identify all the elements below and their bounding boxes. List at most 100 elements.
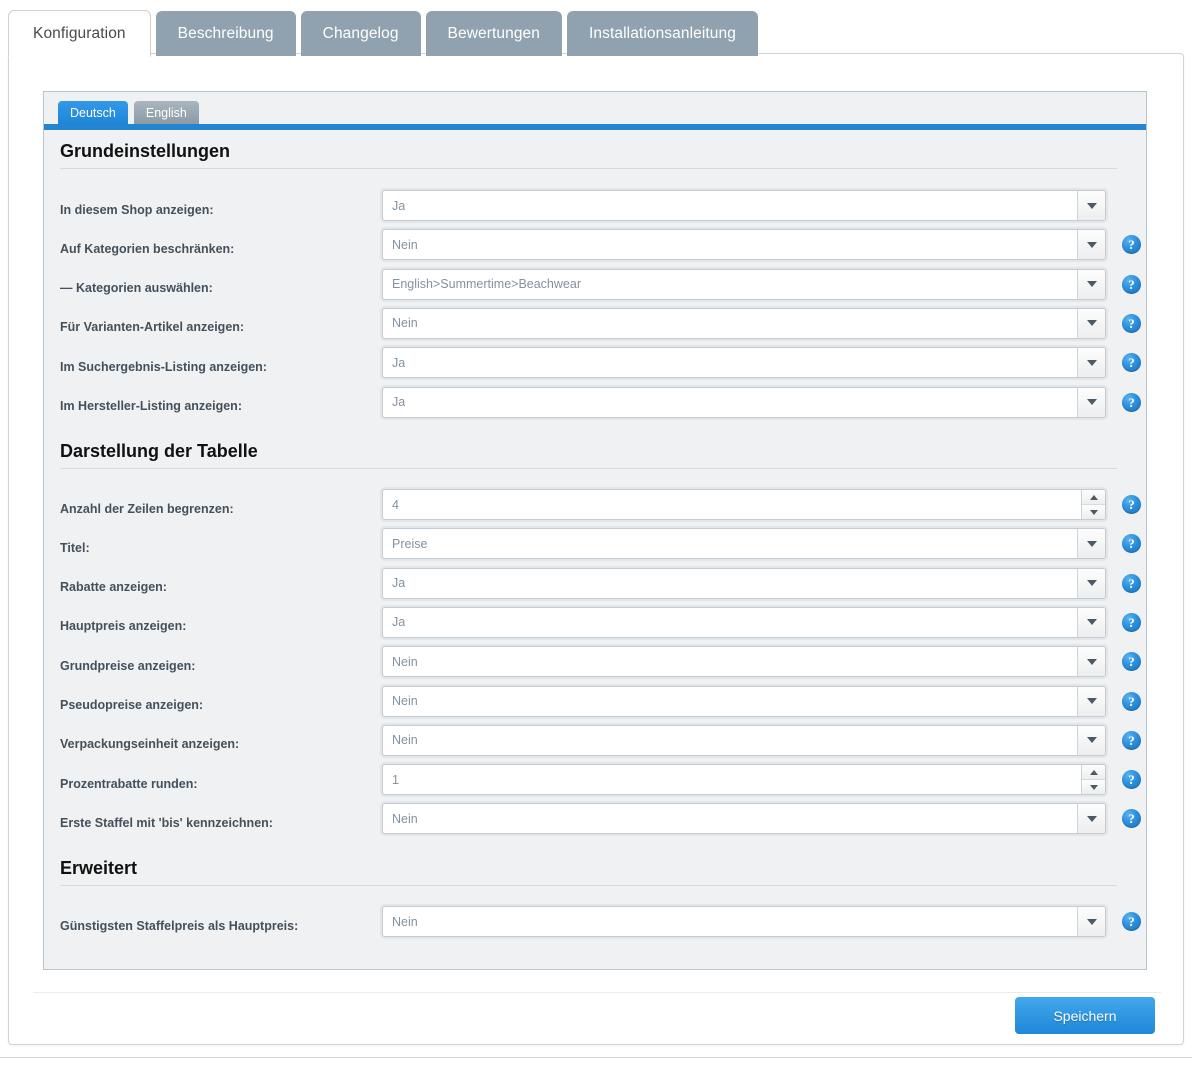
select-dropdown[interactable]: Ja bbox=[382, 347, 1106, 379]
main-tab-3[interactable]: Changelog bbox=[300, 11, 421, 56]
help-icon[interactable]: ? bbox=[1122, 392, 1141, 412]
chevron-down-icon bbox=[1086, 359, 1097, 366]
help-icon[interactable]: ? bbox=[1122, 573, 1141, 593]
help-icon[interactable]: ? bbox=[1122, 730, 1141, 750]
select-toggle-button[interactable] bbox=[1077, 725, 1105, 755]
form-row: Rabatte anzeigen: Ja? bbox=[44, 567, 1146, 607]
field-label: Titel: bbox=[60, 540, 90, 555]
field-label: Prozentrabatte runden: bbox=[60, 776, 198, 791]
chevron-down-icon bbox=[1086, 698, 1097, 704]
section-divider-1 bbox=[60, 168, 1117, 169]
field-label: Pseudopreise anzeigen: bbox=[60, 698, 204, 712]
main-tab-5[interactable]: Installationsanleitung bbox=[567, 11, 758, 56]
select-dropdown[interactable]: Ja bbox=[382, 386, 1106, 418]
language-tab-bar: Deutsch English bbox=[44, 92, 1146, 132]
select-toggle-button[interactable] bbox=[1077, 568, 1105, 598]
help-icon[interactable]: ? bbox=[1122, 313, 1141, 333]
select-dropdown[interactable]: English>Summertime>Beachwear bbox=[382, 268, 1106, 300]
form-row: Im Suchergebnis-Listing anzeigen: Ja? bbox=[44, 347, 1146, 386]
help-icon[interactable]: ? bbox=[1122, 912, 1141, 931]
chevron-down-icon bbox=[1086, 580, 1097, 587]
select-dropdown[interactable]: Nein bbox=[382, 906, 1106, 937]
select-dropdown[interactable]: Preise bbox=[382, 528, 1106, 560]
form-row: Anzahl der Zeilen begrenzen: 4? bbox=[44, 489, 1146, 528]
chevron-down-icon bbox=[1086, 202, 1097, 209]
help-icon[interactable]: ? bbox=[1122, 770, 1141, 790]
field-label: Für Varianten-Artikel anzeigen: bbox=[60, 320, 245, 335]
form-row: Auf Kategorien beschränken: Nein? bbox=[44, 229, 1146, 268]
select-toggle-button[interactable] bbox=[1077, 529, 1105, 559]
form-row: In diesem Shop anzeigen: Ja bbox=[44, 190, 1146, 229]
help-icon[interactable]: ? bbox=[1122, 495, 1141, 514]
select-toggle-button[interactable] bbox=[1077, 907, 1105, 936]
select-dropdown[interactable]: Ja bbox=[382, 190, 1106, 221]
field-label: Auf Kategorien beschränken: bbox=[60, 241, 235, 256]
select-toggle-button[interactable] bbox=[1077, 191, 1105, 220]
field-value: Nein bbox=[392, 694, 418, 708]
main-tab-4[interactable]: Bewertungen bbox=[425, 11, 562, 56]
number-input[interactable]: 1 bbox=[382, 764, 1106, 796]
spinner-controls bbox=[1081, 765, 1105, 795]
chevron-down-icon bbox=[1086, 619, 1097, 626]
spinner-increment-button[interactable] bbox=[1082, 765, 1105, 781]
field-label: In diesem Shop anzeigen: bbox=[60, 202, 214, 217]
main-tab-1[interactable]: Konfiguration bbox=[8, 10, 151, 57]
spinner-increment-button[interactable] bbox=[1082, 490, 1105, 505]
form-row: Pseudopreise anzeigen: Nein? bbox=[44, 685, 1146, 725]
field-value: Nein bbox=[392, 811, 418, 826]
field-value: Ja bbox=[392, 395, 406, 409]
chevron-down-icon bbox=[1086, 540, 1097, 547]
field-value: Ja bbox=[392, 355, 406, 370]
select-dropdown[interactable]: Nein bbox=[382, 646, 1106, 678]
help-icon[interactable]: ? bbox=[1122, 809, 1141, 829]
form-row: Verpackungseinheit anzeigen: Nein? bbox=[44, 724, 1146, 764]
select-dropdown[interactable]: Nein bbox=[382, 685, 1106, 717]
select-toggle-button[interactable] bbox=[1077, 686, 1105, 716]
help-icon[interactable]: ? bbox=[1122, 274, 1141, 294]
main-tab-2[interactable]: Beschreibung bbox=[155, 11, 296, 56]
chevron-down-icon bbox=[1089, 509, 1098, 515]
select-dropdown[interactable]: Nein bbox=[382, 307, 1106, 339]
select-toggle-button[interactable] bbox=[1077, 387, 1105, 417]
select-dropdown[interactable]: Ja bbox=[382, 567, 1106, 599]
chevron-up-icon bbox=[1089, 494, 1098, 500]
number-input[interactable]: 4 bbox=[382, 489, 1106, 520]
select-toggle-button[interactable] bbox=[1077, 308, 1105, 338]
help-icon[interactable]: ? bbox=[1122, 691, 1141, 711]
spinner-decrement-button[interactable] bbox=[1082, 505, 1105, 519]
field-value: Ja bbox=[392, 615, 406, 630]
form-row: Günstigsten Staffelpreis als Hauptpreis:… bbox=[44, 906, 1146, 945]
select-toggle-button[interactable] bbox=[1077, 647, 1105, 677]
field-label: Anzahl der Zeilen begrenzen: bbox=[60, 501, 234, 516]
select-toggle-button[interactable] bbox=[1077, 269, 1105, 299]
field-label: Rabatte anzeigen: bbox=[60, 580, 167, 595]
select-dropdown[interactable]: Nein bbox=[382, 724, 1106, 756]
chevron-down-icon bbox=[1086, 737, 1097, 744]
spinner-decrement-button[interactable] bbox=[1082, 780, 1105, 795]
language-tab-1[interactable]: Deutsch bbox=[58, 101, 128, 124]
field-label: Günstigsten Staffelpreis als Hauptpreis: bbox=[60, 918, 299, 933]
field-label: Erste Staffel mit 'bis' kennzeichnen: bbox=[60, 815, 273, 830]
help-icon[interactable]: ? bbox=[1122, 235, 1141, 255]
form-row: Erste Staffel mit 'bis' kennzeichnen: Nei… bbox=[44, 803, 1146, 842]
chevron-up-icon bbox=[1089, 769, 1098, 775]
section-divider-2 bbox=[60, 468, 1117, 469]
select-dropdown[interactable]: Nein bbox=[382, 803, 1106, 835]
select-toggle-button[interactable] bbox=[1077, 348, 1105, 378]
select-toggle-button[interactable] bbox=[1077, 230, 1105, 260]
select-dropdown[interactable]: Nein bbox=[382, 229, 1106, 261]
page-bottom-divider bbox=[0, 1057, 1192, 1058]
help-icon[interactable]: ? bbox=[1122, 534, 1141, 554]
help-icon[interactable]: ? bbox=[1122, 612, 1141, 632]
save-button[interactable]: Speichern bbox=[1015, 997, 1155, 1034]
select-toggle-button[interactable] bbox=[1077, 804, 1105, 834]
select-dropdown[interactable]: Ja bbox=[382, 606, 1106, 638]
help-icon[interactable]: ? bbox=[1122, 652, 1141, 672]
chevron-down-icon bbox=[1086, 320, 1097, 327]
footer-divider bbox=[33, 992, 1161, 993]
field-value: Preise bbox=[392, 536, 428, 551]
field-value: Ja bbox=[392, 576, 406, 591]
language-tab-2[interactable]: English bbox=[133, 101, 199, 124]
help-icon[interactable]: ? bbox=[1122, 353, 1141, 373]
select-toggle-button[interactable] bbox=[1077, 607, 1105, 637]
